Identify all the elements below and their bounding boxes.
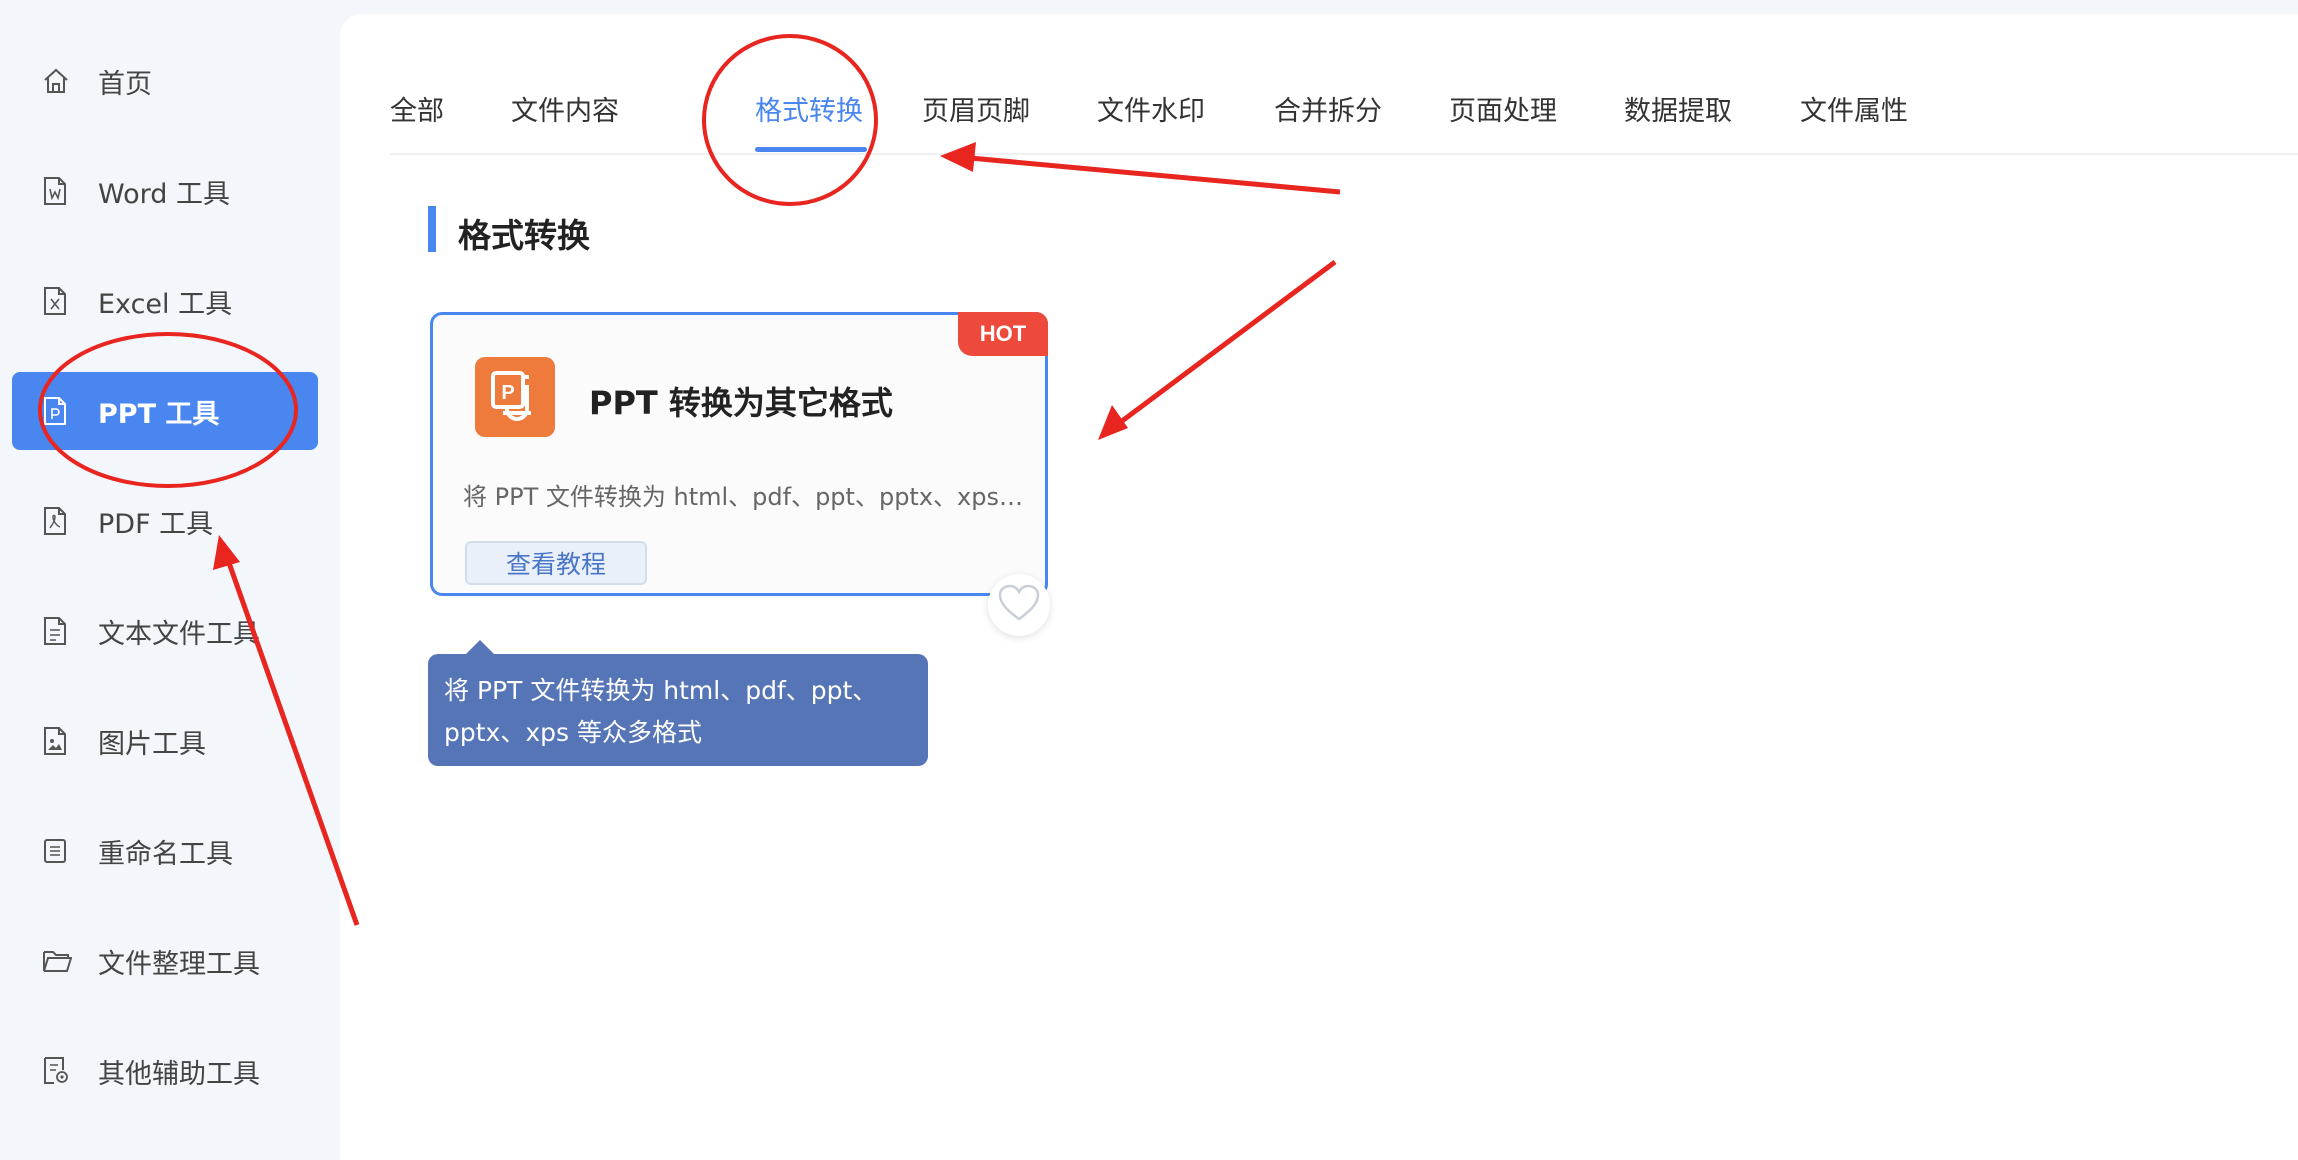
sidebar-item-ppt[interactable]: PPT 工具 <box>12 372 318 450</box>
sidebar-item-label: PPT 工具 <box>98 398 220 430</box>
other-tools-icon <box>42 1056 98 1086</box>
svg-text:P: P <box>501 382 514 404</box>
excel-file-icon <box>42 286 98 316</box>
sidebar-item-label: Excel 工具 <box>98 288 233 320</box>
tab-file-properties[interactable]: 文件属性 <box>1800 89 1908 128</box>
tool-card-ppt-convert[interactable]: HOT P PPT 转换为其它格式 将 PPT 文件转换为 html、pdf、p… <box>430 312 1048 596</box>
sidebar-item-label: Word 工具 <box>98 178 230 210</box>
sidebar-item-other-tools[interactable]: 其他辅助工具 <box>12 1032 318 1110</box>
section-accent-bar <box>428 206 436 252</box>
tab-merge-split[interactable]: 合并拆分 <box>1274 89 1382 128</box>
tooltip-line: 将 PPT 文件转换为 html、pdf、ppt、 <box>444 676 878 705</box>
card-title: PPT 转换为其它格式 <box>589 384 893 422</box>
sidebar-item-home[interactable]: 首页 <box>12 42 318 120</box>
tooltip-line: pptx、xps 等众多格式 <box>444 718 702 747</box>
home-icon <box>42 67 98 95</box>
sidebar-item-label: 首页 <box>98 68 152 100</box>
tab-page-processing[interactable]: 页面处理 <box>1449 89 1557 128</box>
ppt-file-icon <box>42 396 98 426</box>
hot-badge: HOT <box>958 312 1048 356</box>
sidebar-item-label: 文本文件工具 <box>98 618 260 650</box>
sidebar-item-label: 文件整理工具 <box>98 948 260 980</box>
sidebar-item-label: PDF 工具 <box>98 508 214 540</box>
sidebar-item-text-file[interactable]: 文本文件工具 <box>12 592 318 670</box>
tab-format-conversion[interactable]: 格式转换 <box>755 89 863 128</box>
rename-icon <box>42 837 98 865</box>
main-panel: 全部 文件内容 格式转换 页眉页脚 文件水印 合并拆分 页面处理 数据提取 文件… <box>340 14 2298 1160</box>
sidebar-item-excel[interactable]: Excel 工具 <box>12 262 318 340</box>
category-tabs: 全部 文件内容 格式转换 页眉页脚 文件水印 合并拆分 页面处理 数据提取 文件… <box>390 14 2298 155</box>
sidebar-item-pdf[interactable]: PDF 工具 <box>12 482 318 560</box>
favorite-button[interactable] <box>988 574 1050 636</box>
tab-all[interactable]: 全部 <box>390 89 444 128</box>
tab-data-extraction[interactable]: 数据提取 <box>1624 89 1732 128</box>
sidebar-item-word[interactable]: Word 工具 <box>12 152 318 230</box>
text-file-icon <box>42 616 98 646</box>
word-file-icon <box>42 176 98 206</box>
view-tutorial-button[interactable]: 查看教程 <box>465 541 647 585</box>
sidebar-item-rename[interactable]: 重命名工具 <box>12 812 318 890</box>
pdf-file-icon <box>42 506 98 536</box>
sidebar-item-image[interactable]: 图片工具 <box>12 702 318 780</box>
tab-header-footer[interactable]: 页眉页脚 <box>922 89 1030 128</box>
section-title: 格式转换 <box>458 216 590 255</box>
sidebar-item-label: 重命名工具 <box>98 838 233 870</box>
tab-file-watermark[interactable]: 文件水印 <box>1097 89 1205 128</box>
tab-file-content[interactable]: 文件内容 <box>511 89 619 128</box>
active-tab-indicator <box>755 147 867 152</box>
heart-icon <box>997 583 1041 627</box>
sidebar-item-label: 其他辅助工具 <box>98 1058 260 1090</box>
sidebar-item-file-organize[interactable]: 文件整理工具 <box>12 922 318 1000</box>
sidebar: 首页 Word 工具 Excel 工具 PPT 工具 PDF 工具 文本文件工具 <box>0 0 340 1160</box>
card-description: 将 PPT 文件转换为 html、pdf、ppt、pptx、xps 等众多格式 <box>463 483 1023 511</box>
image-file-icon <box>42 726 98 756</box>
ppt-app-icon: P <box>475 357 555 437</box>
folder-icon <box>42 948 98 974</box>
tooltip: 将 PPT 文件转换为 html、pdf、ppt、 pptx、xps 等众多格式 <box>428 640 928 766</box>
sidebar-item-label: 图片工具 <box>98 728 206 760</box>
